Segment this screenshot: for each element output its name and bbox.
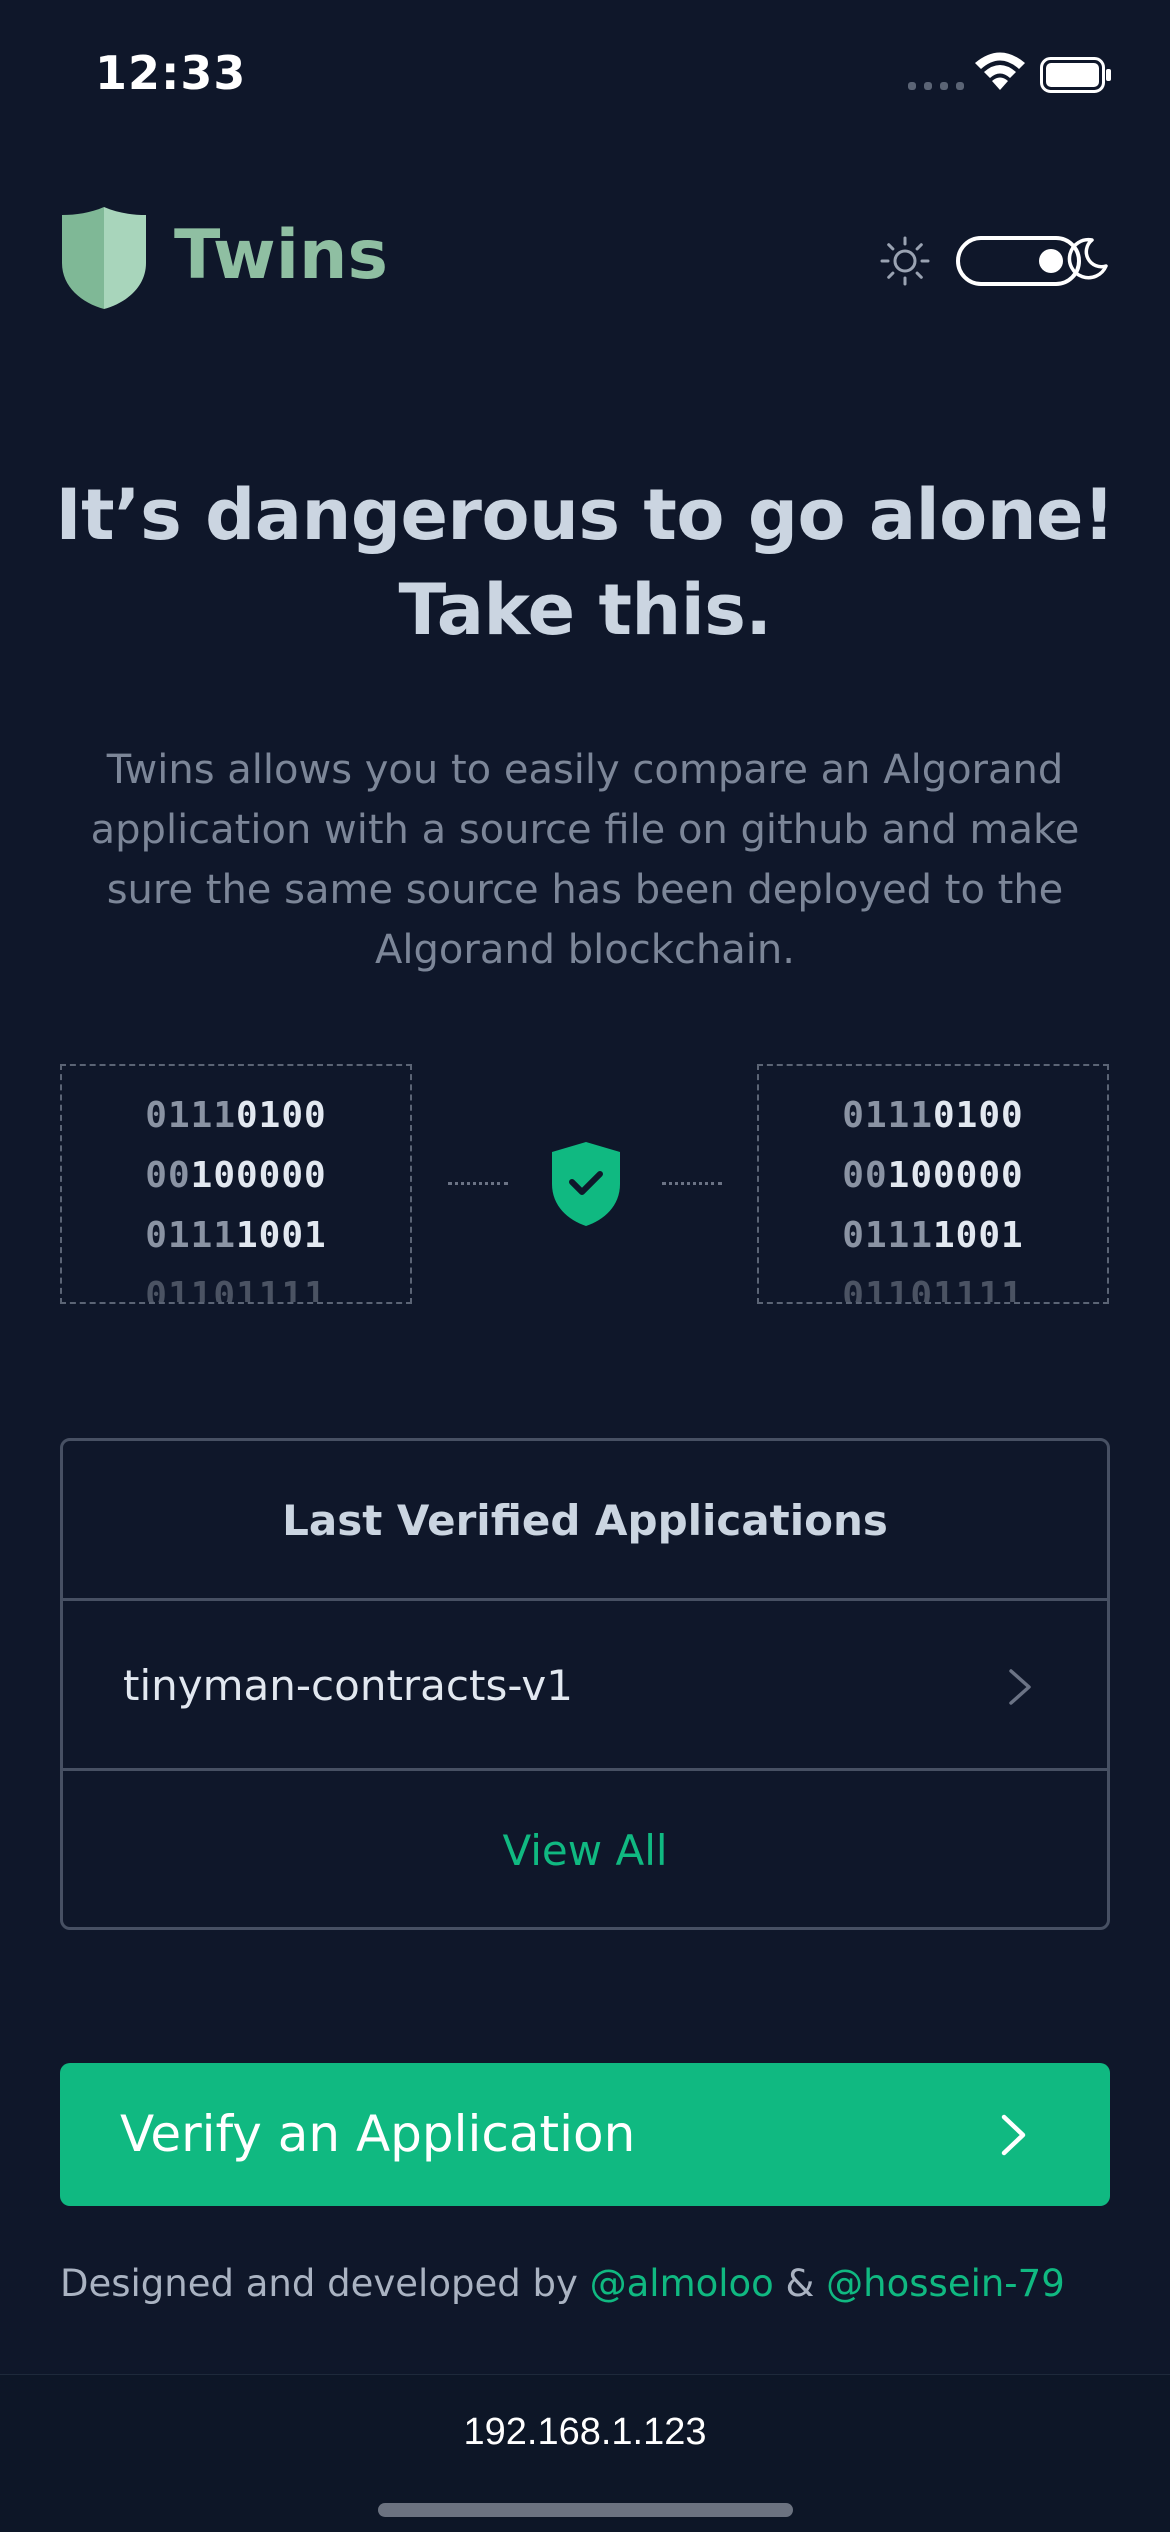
hero-title-line2: Take this. [398, 569, 772, 651]
credits-separator: & [773, 2262, 827, 2305]
brand-name: Twins [174, 216, 388, 295]
browser-address-bar: 192.168.1.123 [0, 2374, 1170, 2532]
home-indicator[interactable] [378, 2503, 793, 2517]
sun-icon[interactable] [880, 236, 930, 286]
shield-logo-icon [62, 207, 146, 309]
binary-line: 01110100 [842, 1095, 1024, 1136]
binary-line: 01101111 [145, 1275, 327, 1304]
chevron-right-icon [1009, 1669, 1031, 1705]
moon-icon[interactable] [1062, 234, 1112, 284]
credits-prefix: Designed and developed by [60, 2262, 590, 2305]
list-item-label: tinyman-contracts-v1 [123, 1661, 573, 1710]
verify-button-label: Verify an Application [120, 2105, 636, 2163]
connector-dots [662, 1182, 722, 1186]
address-text[interactable]: 192.168.1.123 [0, 2411, 1170, 2454]
last-verified-card: Last Verified Applications tinyman-contr… [60, 1438, 1110, 1930]
binary-line: 01101111 [842, 1275, 1024, 1304]
hero-title-line1: It’s dangerous to go alone! [55, 474, 1115, 556]
shield-check-icon [552, 1142, 620, 1226]
binary-line: 01110100 [145, 1095, 327, 1136]
credits: Designed and developed by @almoloo & @ho… [60, 2262, 1065, 2305]
wifi-icon [975, 52, 1025, 90]
author-link-hossein[interactable]: @hossein-79 [826, 2262, 1065, 2305]
author-link-almoloo[interactable]: @almoloo [590, 2262, 774, 2305]
battery-icon [1040, 57, 1111, 93]
list-item-app[interactable]: tinyman-contracts-v1 [63, 1601, 1107, 1771]
binary-line: 01111001 [145, 1215, 327, 1256]
hero-title: It’s dangerous to go alone! Take this. [0, 468, 1170, 658]
status-time: 12:33 [95, 46, 247, 100]
hero-description: Twins allows you to easily compare an Al… [90, 747, 1080, 973]
chevron-right-icon [1001, 2114, 1026, 2156]
binary-line: 01111001 [842, 1215, 1024, 1256]
connector-dots [448, 1182, 508, 1186]
cellular-signal-icon [908, 82, 964, 90]
toggle-knob [1039, 249, 1063, 273]
binary-box-right: 01110100 00100000 01111001 01101111 [757, 1064, 1109, 1304]
card-title: Last Verified Applications [63, 1441, 1107, 1601]
verify-application-button[interactable]: Verify an Application [60, 2063, 1110, 2206]
status-bar: 12:33 [0, 0, 1170, 150]
binary-line: 00100000 [842, 1155, 1024, 1196]
view-all-link[interactable]: View All [63, 1771, 1107, 1931]
binary-box-left: 01110100 00100000 01111001 01101111 [60, 1064, 412, 1304]
binary-line: 00100000 [145, 1155, 327, 1196]
